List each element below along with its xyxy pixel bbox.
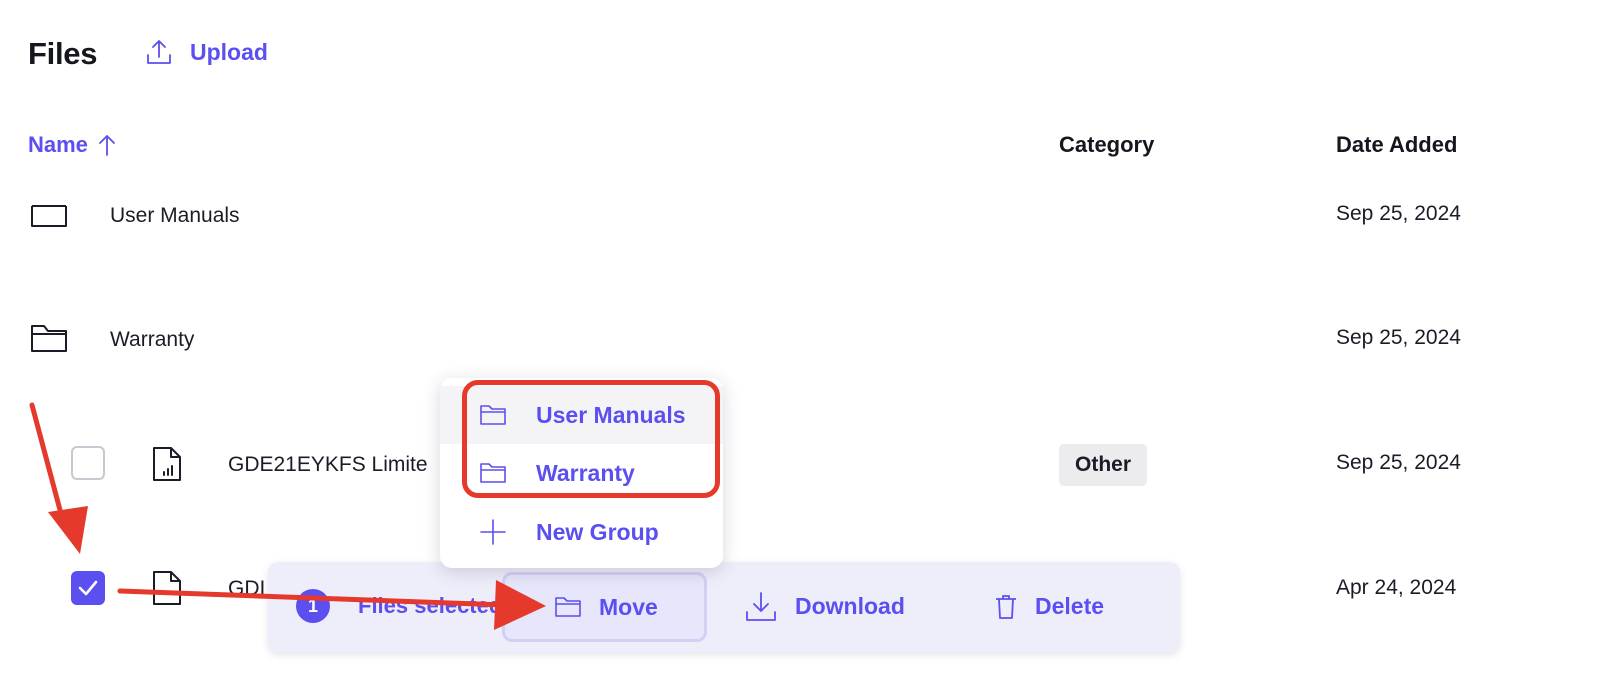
annotation-arrow-down-icon [29,402,88,554]
annotation-arrows [29,402,546,630]
annotation-arrow-right-icon [117,580,546,630]
